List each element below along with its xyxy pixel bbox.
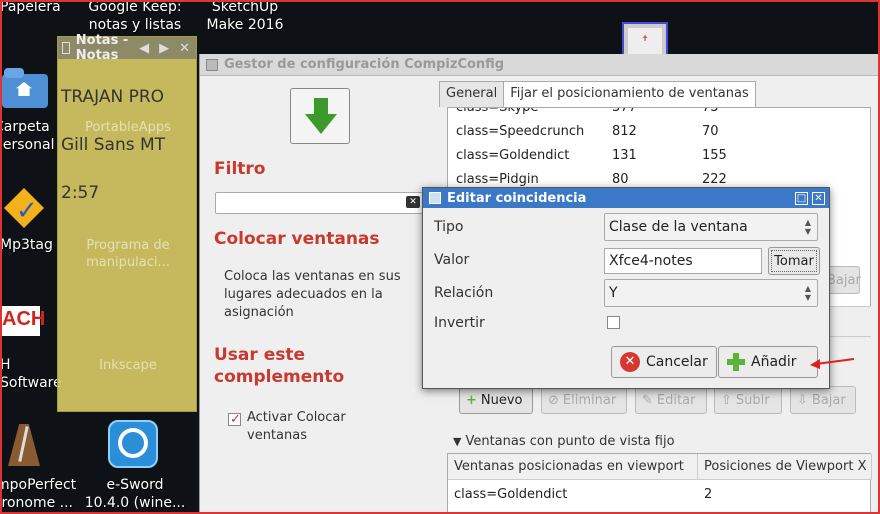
place-windows-plugin-icon [290,88,350,144]
type-label: Tipo [434,219,464,235]
list-item[interactable]: class=Skype 377 73 [456,108,762,124]
spin-arrows-icon: ▲ ▼ [804,284,811,302]
new-button-label: Nuevo [480,392,523,408]
filter-input[interactable]: ✕ [215,192,425,214]
arrow-right-icon[interactable]: ▶ [159,41,169,56]
metronome-icon[interactable] [4,420,44,468]
desktop-icon-home-label[interactable]: Carpeta personal [0,118,56,154]
close-icon[interactable]: ✕ [179,41,190,56]
grab-button-label: Tomar [774,253,814,269]
add-button[interactable]: Añadir [718,346,818,378]
invert-checkbox[interactable] [607,316,620,329]
up-arrow-icon: ⇧ [721,392,732,408]
type-select[interactable]: Clase de la ventana ▲ ▼ [604,213,818,241]
fixed-viewport-heading: Ventanas con punto de vista fijo [465,433,675,449]
notes-app-icon [62,42,70,54]
mp3tag-icon[interactable]: ✓ [2,186,48,230]
edit-icon: ✎ [642,392,653,408]
relation-select[interactable]: Y ▲ ▼ [604,279,818,307]
use-plugin-heading: Usar este complemento [214,345,345,387]
new-button[interactable]: + Nuevo [459,386,533,414]
desktop-icon-portableapps-label: PortableApps [85,120,171,135]
activate-plugin-row[interactable]: Activar Colocar ventanas [228,409,367,445]
tab-fixed-placement[interactable]: Fijar el posicionamiento de ventanas [503,81,756,107]
dialog-app-icon [429,192,441,204]
triangle-down-icon: ▼ [453,434,462,448]
value-input-text: Xfce4-notes [609,253,693,269]
value-label: Valor [434,252,470,268]
software-logo-icon[interactable]: ACH [0,306,45,336]
desktop-icon-inkscape-label: Inkscape [99,358,157,373]
add-button-label: Añadir [751,354,797,370]
add-icon: + [466,392,477,408]
desktop-icon-mp3tag-label[interactable]: Mp3tag [0,236,56,254]
delete-icon: ⊘ [548,392,559,408]
tab-bar: General Fijar el posicionamiento de vent… [439,81,756,107]
notes-window[interactable]: Notas - Notas ◀ ▶ ✕ PortableApps Program… [57,33,197,412]
type-select-value: Clase de la ventana [609,219,748,235]
edit-match-titlebar[interactable]: Editar coincidencia □ ✕ [423,188,829,208]
down-arrow-icon: ⇩ [797,392,808,408]
maximize-icon[interactable]: □ [795,191,808,205]
desktop-icon-google-keep-label[interactable]: Google Keep: notas y listas [80,0,190,34]
move-down-button-top-label: Bajar [827,272,861,288]
table-cell-x[interactable]: 2 [698,484,872,504]
home-folder-icon[interactable] [2,68,48,108]
move-up-button-label: Subir [735,392,770,408]
edit-match-dialog[interactable]: Editar coincidencia □ ✕ Tipo Clase de la… [422,187,830,389]
notes-window-title: Notas - Notas [75,33,129,63]
compizconfig-titlebar[interactable]: Gestor de configuración CompizConfig [200,54,880,76]
desktop-icon-sketchup-label[interactable]: SketchUp Make 2016 [195,0,295,34]
note-line-trajan[interactable]: TRAJAN PRO [61,87,164,107]
move-up-button[interactable]: ⇧ Subir [714,386,782,414]
table-cell-class[interactable]: class=Goldendict [448,484,698,504]
compizconfig-window-title: Gestor de configuración CompizConfig [224,57,505,72]
desktop-icon-trash-label[interactable]: Papelera [0,0,62,16]
relation-label: Relación [434,285,494,301]
cancel-button-label: Cancelar [646,354,708,370]
annotation-arrow-icon [810,358,855,369]
spin-arrows-icon: ▲ ▼ [804,218,811,236]
list-item[interactable]: class=Speedcrunch 812 70 [456,124,762,148]
plugin-description: Coloca las ventanas en sus lugares adecu… [224,269,401,320]
desktop-icon-image-manipulation-label: Programa de manipulaci... [86,238,170,270]
invert-label: Invertir [434,315,485,331]
arrow-left-icon[interactable]: ◀ [139,41,149,56]
activate-plugin-checkbox[interactable] [228,411,241,429]
edit-button[interactable]: ✎ Editar [635,386,707,414]
cancel-icon: ✕ [620,352,640,372]
compizconfig-app-icon [206,58,218,71]
desktop-icon-esword-label[interactable]: e-Sword 10.4.0 (wine... [80,476,190,512]
fixed-viewport-table[interactable]: Ventanas posicionadas en viewport Posici… [447,453,872,514]
close-icon[interactable]: ✕ [812,191,825,205]
activate-plugin-label: Activar Colocar ventanas [247,410,346,443]
relation-select-value: Y [609,285,618,301]
list-item[interactable]: class=Goldendict 131 155 [456,148,762,172]
left-panel: Filtro ✕ Colocar ventanas Coloca las ven… [200,76,432,514]
delete-button[interactable]: ⊘ Eliminar [541,386,627,414]
grab-button[interactable]: Tomar [768,247,820,275]
note-line-gill[interactable]: Gill Sans MT [61,135,165,155]
edit-button-label: Editar [656,392,696,408]
cancel-button[interactable]: ✕ Cancelar [611,346,717,378]
move-down-button[interactable]: ⇩ Bajar [790,386,856,414]
column-header-viewport-x[interactable]: Posiciones de Viewport X [698,454,872,480]
column-header-windows[interactable]: Ventanas posicionadas en viewport [448,454,698,480]
tab-general[interactable]: General [439,81,505,107]
move-down-button-label: Bajar [811,392,846,408]
dialog-title: Editar coincidencia [447,190,587,206]
desktop-icon-metronome-label[interactable]: mpoPerfect tronome ... [0,476,76,512]
value-input[interactable]: Xfce4-notes [604,248,762,274]
e-sword-icon[interactable] [108,420,158,468]
filter-heading: Filtro [214,159,266,179]
add-icon [727,353,745,371]
notes-titlebar[interactable]: Notas - Notas ◀ ▶ ✕ [58,33,196,63]
note-line-time[interactable]: 2:57 [61,183,99,203]
delete-button-label: Eliminar [562,392,617,408]
clear-input-icon[interactable]: ✕ [406,196,420,208]
plugin-heading: Colocar ventanas [214,229,380,249]
fixed-viewport-expander[interactable]: ▼ Ventanas con punto de vista fijo [447,429,871,453]
